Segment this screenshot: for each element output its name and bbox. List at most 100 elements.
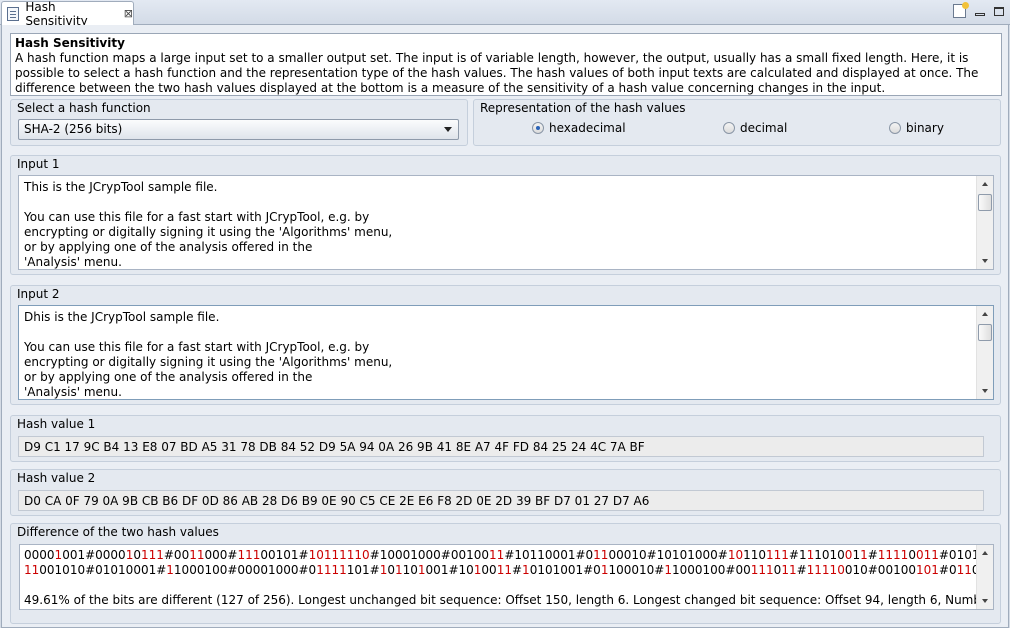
text-line: encrypting or digitally signing it using… <box>24 355 393 369</box>
unchanged-bits: 1000100#00001000#0 <box>173 563 317 577</box>
text-line <box>24 325 988 340</box>
changed-bits: 111 <box>766 548 789 562</box>
unchanged-bits: #10110001#0 <box>504 548 594 562</box>
unchanged-bits: # <box>867 548 878 562</box>
input2-textarea[interactable]: Dhis is the JCrypTool sample file. You c… <box>18 305 994 400</box>
representation-group: Representation of the hash values hexade… <box>473 99 1001 146</box>
text-line: 'Analysis' menu. <box>24 385 122 399</box>
scroll-down-icon[interactable] <box>982 259 988 263</box>
group-label: Input 1 <box>17 157 60 171</box>
unchanged-bits: 000# <box>204 548 238 562</box>
unchanged-bits: 0 <box>908 548 916 562</box>
unchanged-bits: 001010#01010001# <box>39 563 167 577</box>
difference-group: Difference of the two hash values 000010… <box>10 523 1001 624</box>
scroll-thumb[interactable] <box>978 194 992 211</box>
tab-hash-sensitivity[interactable]: Hash Sensitivity ⊠ <box>1 0 134 28</box>
unchanged-bits: 0000 <box>24 548 55 562</box>
scroll-up-icon[interactable] <box>982 551 988 555</box>
changed-bits: 1111 <box>877 548 909 562</box>
page-title: Hash Sensitivity <box>15 36 125 50</box>
changed-bits: 1 <box>522 563 530 577</box>
changed-bits: 11 <box>593 548 609 562</box>
vertical-scrollbar[interactable] <box>976 176 993 269</box>
hash-sensitivity-view: Hash Sensitivity A hash function maps a … <box>1 25 1009 628</box>
minimize-icon[interactable] <box>975 12 985 16</box>
radio-selected-icon[interactable] <box>532 122 544 134</box>
unchanged-bits: 00 <box>481 563 497 577</box>
unchanged-bits: # <box>796 563 807 577</box>
unchanged-bits: 010#00100 <box>844 563 916 577</box>
text-line: You can use this file for a fast start w… <box>24 210 370 224</box>
hash1-group: Hash value 1 D9 C1 17 9C B4 13 E8 07 BD … <box>10 415 1001 462</box>
chevron-down-icon[interactable] <box>444 127 452 132</box>
input1-group: Input 1 This is the JCrypTool sample fil… <box>10 155 1001 275</box>
hash-function-group: Select a hash function SHA-2 (256 bits) <box>10 99 468 146</box>
tab-title: Hash Sensitivity <box>25 0 88 28</box>
selected-value: SHA-2 (256 bits) <box>24 122 123 136</box>
changed-bits: 1111 <box>316 563 347 577</box>
unchanged-bits: 00101# <box>260 548 309 562</box>
radio-label: decimal <box>740 121 788 135</box>
bit-difference-line-1: 00001001#000010111#0011000#11100101#1011… <box>24 548 993 563</box>
difference-textarea[interactable]: 00001001#000010111#0011000#11100101#1011… <box>19 544 994 610</box>
scroll-thumb[interactable] <box>978 324 992 341</box>
changed-bits: 101 <box>915 563 939 577</box>
text-line <box>24 578 989 593</box>
scroll-down-icon[interactable] <box>982 389 988 393</box>
group-label: Difference of the two hash values <box>17 525 219 539</box>
text-line: 'Analysis' menu. <box>24 255 122 269</box>
unchanged-bits: #00 <box>163 548 190 562</box>
changed-bits: 10111110 <box>308 548 370 562</box>
bit-difference-line-2: 11001010#01010001#11000100#00001000#0111… <box>24 563 993 578</box>
changed-bits: 10 <box>727 548 744 562</box>
unchanged-bits: # <box>511 563 523 577</box>
unchanged-bits: 1010 <box>814 548 845 562</box>
changed-bits: 1 <box>860 548 868 562</box>
vertical-scrollbar[interactable] <box>976 545 993 609</box>
unchanged-bits: 101# <box>346 563 380 577</box>
scroll-up-icon[interactable] <box>982 182 988 186</box>
group-label: Hash value 2 <box>17 471 96 485</box>
changed-bits: 011 <box>915 548 939 562</box>
document-icon <box>7 6 20 21</box>
changed-bits: 11110 <box>806 563 845 577</box>
radio-icon[interactable] <box>889 122 901 134</box>
close-icon[interactable]: ⊠ <box>124 7 133 20</box>
unchanged-bits: #1 <box>788 548 807 562</box>
radio-hexadecimal[interactable]: hexadecimal <box>532 121 626 135</box>
changed-bits: 1 <box>166 563 174 577</box>
unchanged-bits: #0 <box>938 563 957 577</box>
changed-bits: 11 <box>956 563 972 577</box>
hash2-group: Hash value 2 D0 CA 0F 79 0A 9B CB B6 DF … <box>10 469 1001 516</box>
unchanged-bits: 1000100#00 <box>671 563 751 577</box>
radio-label: hexadecimal <box>549 121 626 135</box>
new-view-icon[interactable] <box>953 2 969 18</box>
vertical-scrollbar[interactable] <box>976 306 993 399</box>
radio-label: binary <box>906 121 944 135</box>
text-line: You can use this file for a fast start w… <box>24 340 370 354</box>
radio-decimal[interactable]: decimal <box>723 121 787 135</box>
scroll-up-icon[interactable] <box>982 312 988 316</box>
radio-icon[interactable] <box>723 122 735 134</box>
group-label: Representation of the hash values <box>480 101 686 115</box>
changed-bits: 111 <box>140 548 164 562</box>
unchanged-bits: 00010#10101000# <box>608 548 728 562</box>
radio-binary[interactable]: binary <box>889 121 944 135</box>
unchanged-bits: 110 <box>743 548 766 562</box>
unchanged-bits: 001#0000 <box>62 548 126 562</box>
unchanged-bits: 100010# <box>608 563 665 577</box>
hash1-field[interactable]: D9 C1 17 9C B4 13 E8 07 BD A5 31 78 DB 8… <box>18 436 984 457</box>
changed-bits: 11 <box>489 548 505 562</box>
maximize-icon[interactable] <box>994 6 1004 16</box>
unchanged-bits: 001#10 <box>425 563 474 577</box>
scroll-down-icon[interactable] <box>982 599 988 603</box>
hash2-field[interactable]: D0 CA 0F 79 0A 9B CB B6 DF 0D 86 AB 28 D… <box>18 490 984 511</box>
hash-function-select[interactable]: SHA-2 (256 bits) <box>18 119 459 140</box>
view-tab-bar: Hash Sensitivity ⊠ <box>0 0 1010 28</box>
text-line: or by applying one of the analysis offer… <box>24 240 313 254</box>
input1-textarea[interactable]: This is the JCrypTool sample file. You c… <box>18 175 994 270</box>
changed-bits: 1 <box>394 563 403 577</box>
text-line <box>24 195 988 210</box>
changed-bits: 11 <box>496 563 512 577</box>
group-label: Input 2 <box>17 287 60 301</box>
